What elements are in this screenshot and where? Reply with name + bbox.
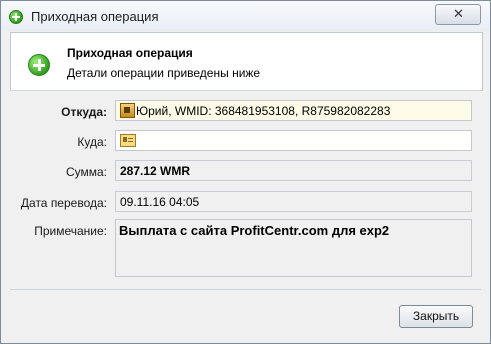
plus-circle-icon xyxy=(28,54,50,76)
footer-divider xyxy=(10,289,481,290)
note-value: Выплата с сайта ProfitCentr.com для exp2 xyxy=(119,223,390,238)
amount-value: 287.12 WMR xyxy=(120,164,191,178)
close-button[interactable]: Закрыть xyxy=(399,305,473,328)
plus-circle-icon xyxy=(9,10,23,24)
contact-card-icon xyxy=(120,134,136,147)
window-title: Приходная операция xyxy=(31,9,159,24)
from-value: Юрий, WMID: 368481953108, R875982082283 xyxy=(136,104,391,118)
header-title: Приходная операция xyxy=(67,46,193,60)
note-field[interactable]: Выплата с сайта ProfitCentr.com для exp2 xyxy=(115,219,472,277)
amount-label: Сумма: xyxy=(65,165,107,179)
note-label: Примечание: xyxy=(34,224,107,238)
header-divider xyxy=(10,90,481,91)
close-icon: ✕ xyxy=(453,6,464,21)
amount-field[interactable]: 287.12 WMR xyxy=(115,160,472,181)
date-label: Дата перевода: xyxy=(20,196,107,210)
dialog-window: Приходная операция ✕ Приходная операция … xyxy=(0,0,491,344)
window-close-button[interactable]: ✕ xyxy=(435,4,481,25)
from-label: Откуда: xyxy=(61,105,107,119)
wallet-icon xyxy=(120,103,135,118)
from-field[interactable]: Юрий, WMID: 368481953108, R875982082283 xyxy=(115,100,472,121)
header-panel: Приходная операция Детали операции приве… xyxy=(10,32,483,91)
date-value: 09.11.16 04:05 xyxy=(120,195,200,209)
header-subtitle: Детали операции приведены ниже xyxy=(67,66,261,80)
to-label: Куда: xyxy=(77,135,107,149)
to-field[interactable] xyxy=(115,130,472,151)
title-bar[interactable]: Приходная операция ✕ xyxy=(1,1,490,31)
date-field[interactable]: 09.11.16 04:05 xyxy=(115,191,472,212)
